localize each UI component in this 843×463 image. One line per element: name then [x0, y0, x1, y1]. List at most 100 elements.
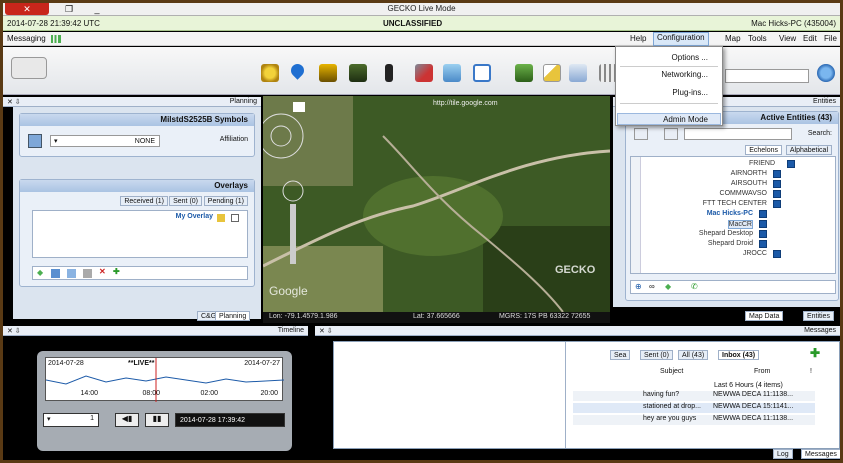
menu-networking[interactable]: Networking... [661, 70, 708, 79]
link-icon[interactable]: ∞ [649, 282, 655, 291]
tree-item-ftt-tech-center[interactable]: FTT TECH CENTER [703, 200, 767, 207]
active-entities-box: Active Entities (43) Search: Alphabetica… [625, 111, 839, 301]
tab-planning[interactable]: Planning [215, 311, 251, 321]
pane-close-icon[interactable]: ✕ ⇩ [319, 327, 333, 335]
timeline-track[interactable]: 2014-07-28 2014-07-27 **LIVE** 20:00 02:… [45, 357, 285, 402]
col-important[interactable]: ! [810, 368, 812, 375]
vehicle-icon[interactable] [319, 64, 337, 82]
rewind-button[interactable]: ◀▮ [115, 413, 139, 427]
tree-checkbox[interactable] [759, 230, 767, 238]
tree-item-mac-hicks[interactable]: Mac Hicks-PC [707, 210, 753, 217]
pause-button[interactable]: ▮▮ [145, 413, 169, 427]
copy-icon[interactable] [67, 269, 76, 278]
timeline-right-date: 2014-07-28 [48, 360, 84, 367]
target-icon[interactable]: ⊕ [635, 282, 642, 291]
tree-item-commwavso[interactable]: COMMWAVSO [720, 190, 767, 197]
pin-icon[interactable] [288, 61, 307, 80]
tab-search[interactable]: Sea [610, 350, 631, 360]
chat-icon[interactable] [473, 64, 491, 82]
tank-icon[interactable] [349, 64, 367, 82]
tab-sent-msgs[interactable]: Sent (0) [640, 350, 673, 360]
search-input[interactable] [684, 128, 792, 140]
arrow-icon[interactable]: ◆ [37, 268, 43, 277]
tree-checkbox[interactable] [759, 210, 767, 218]
tab-alphabetical[interactable]: Alphabetical [785, 145, 832, 155]
globe-icon[interactable] [817, 64, 835, 82]
time-tick: 14:00 [80, 390, 98, 397]
tab-received[interactable]: Received (1) [120, 196, 168, 206]
affiliation-label: Affiliation [219, 136, 248, 143]
speed-select[interactable]: ▾ 1 [43, 413, 99, 427]
menu-file[interactable]: File [824, 34, 837, 43]
refresh-icon[interactable]: ◆ [665, 282, 671, 291]
tab-pending[interactable]: Pending (1) [203, 196, 248, 206]
satellite-icon[interactable] [415, 64, 433, 82]
tree-checkbox[interactable] [773, 170, 781, 178]
tree-checkbox[interactable] [759, 240, 767, 248]
col-from[interactable]: From [754, 368, 770, 375]
menu-help[interactable]: Help [630, 34, 646, 43]
overlay-new-icon[interactable] [51, 269, 60, 278]
tab-inbox[interactable]: Inbox (43) [718, 350, 760, 360]
menu-options[interactable]: Options ... [672, 53, 708, 62]
checklist-icon[interactable] [569, 64, 587, 82]
menu-tools[interactable]: Tools [748, 34, 767, 43]
tree-item-airsouth[interactable]: AIRSOUTH [731, 180, 767, 187]
map-layer-select[interactable] [725, 69, 809, 83]
pane-close-icon[interactable]: ✕ ⇩ [7, 98, 21, 106]
tree-checkbox[interactable] [787, 160, 795, 168]
tab-map-data[interactable]: Map Data [745, 311, 784, 321]
tree-item-maccr[interactable]: MacCR [727, 220, 753, 229]
time-tick: 20:00 [260, 390, 278, 397]
overlay-checkbox[interactable] [231, 214, 239, 222]
tree-scrollbar[interactable] [631, 157, 641, 273]
message-row[interactable]: NEWWA DECA 11:1138... hey are you guys [573, 415, 815, 425]
tab-messages[interactable]: Messages [801, 449, 840, 459]
message-row[interactable]: NEWWA DECA 11:1138... having fun? [573, 391, 815, 401]
tree-checkbox[interactable] [773, 250, 781, 258]
menu-plugins[interactable]: Plug-ins... [672, 88, 708, 97]
menu-view[interactable]: View [779, 34, 796, 43]
tree-item-airnorth[interactable]: AIRNORTH [731, 170, 767, 177]
menu-edit[interactable]: Edit [803, 34, 817, 43]
tab-log[interactable]: Log [773, 449, 793, 459]
gecko-logo [11, 57, 47, 79]
search-icon[interactable] [664, 128, 678, 140]
tree-item-shepard-droid[interactable]: Shepard Droid [708, 240, 753, 247]
message-group[interactable]: Last 6 Hours (4 items) [714, 382, 783, 389]
add-icon[interactable]: ✚ [113, 267, 120, 276]
tree-item-jrocc[interactable]: JROCC [743, 250, 767, 257]
tree-item-friend[interactable]: FRIEND [749, 160, 775, 167]
tree-checkbox[interactable] [773, 190, 781, 198]
tree-checkbox[interactable] [773, 180, 781, 188]
affiliation-value: NONE [134, 138, 155, 145]
filter-icon[interactable] [634, 128, 648, 140]
compose-icon[interactable]: ✚ [810, 346, 820, 360]
overlay-item[interactable]: My Overlay [176, 213, 213, 220]
symbol-icon[interactable] [28, 134, 42, 148]
col-subject[interactable]: Subject [660, 368, 683, 375]
menu-map[interactable]: Map [725, 34, 741, 43]
tab-all[interactable]: All (43) [678, 350, 709, 360]
tab-sent[interactable]: Sent (0) [169, 196, 202, 206]
tree-item-shepard-desktop[interactable]: Shepard Desktop [699, 230, 753, 237]
menu-admin-mode[interactable]: Admin Mode [663, 115, 708, 124]
tab-echelons[interactable]: Echelons [745, 145, 782, 155]
tree-checkbox[interactable] [759, 220, 767, 228]
messaging-menu[interactable]: Messaging [7, 34, 46, 43]
pane-close-icon[interactable]: ✕ ⇩ [7, 327, 21, 335]
radio-icon[interactable] [385, 64, 393, 82]
print-icon[interactable] [83, 269, 92, 278]
film-icon[interactable] [515, 64, 533, 82]
delete-icon[interactable]: ✕ [99, 267, 106, 276]
tab-entities[interactable]: Entities [803, 311, 834, 321]
message-row[interactable]: NEWWA DECA 15:1141... stationed at drop.… [573, 403, 815, 413]
affiliation-select[interactable]: ▾ NONE [50, 135, 160, 147]
ruler-icon[interactable] [543, 64, 561, 82]
image-icon[interactable] [443, 64, 461, 82]
sun-icon[interactable] [261, 64, 279, 82]
phone-icon[interactable]: ✆ [691, 282, 698, 291]
menu-configuration[interactable]: Configuration [653, 32, 709, 46]
tree-checkbox[interactable] [773, 200, 781, 208]
map-view[interactable]: http://tile.google.com Google GECKO [263, 96, 610, 312]
